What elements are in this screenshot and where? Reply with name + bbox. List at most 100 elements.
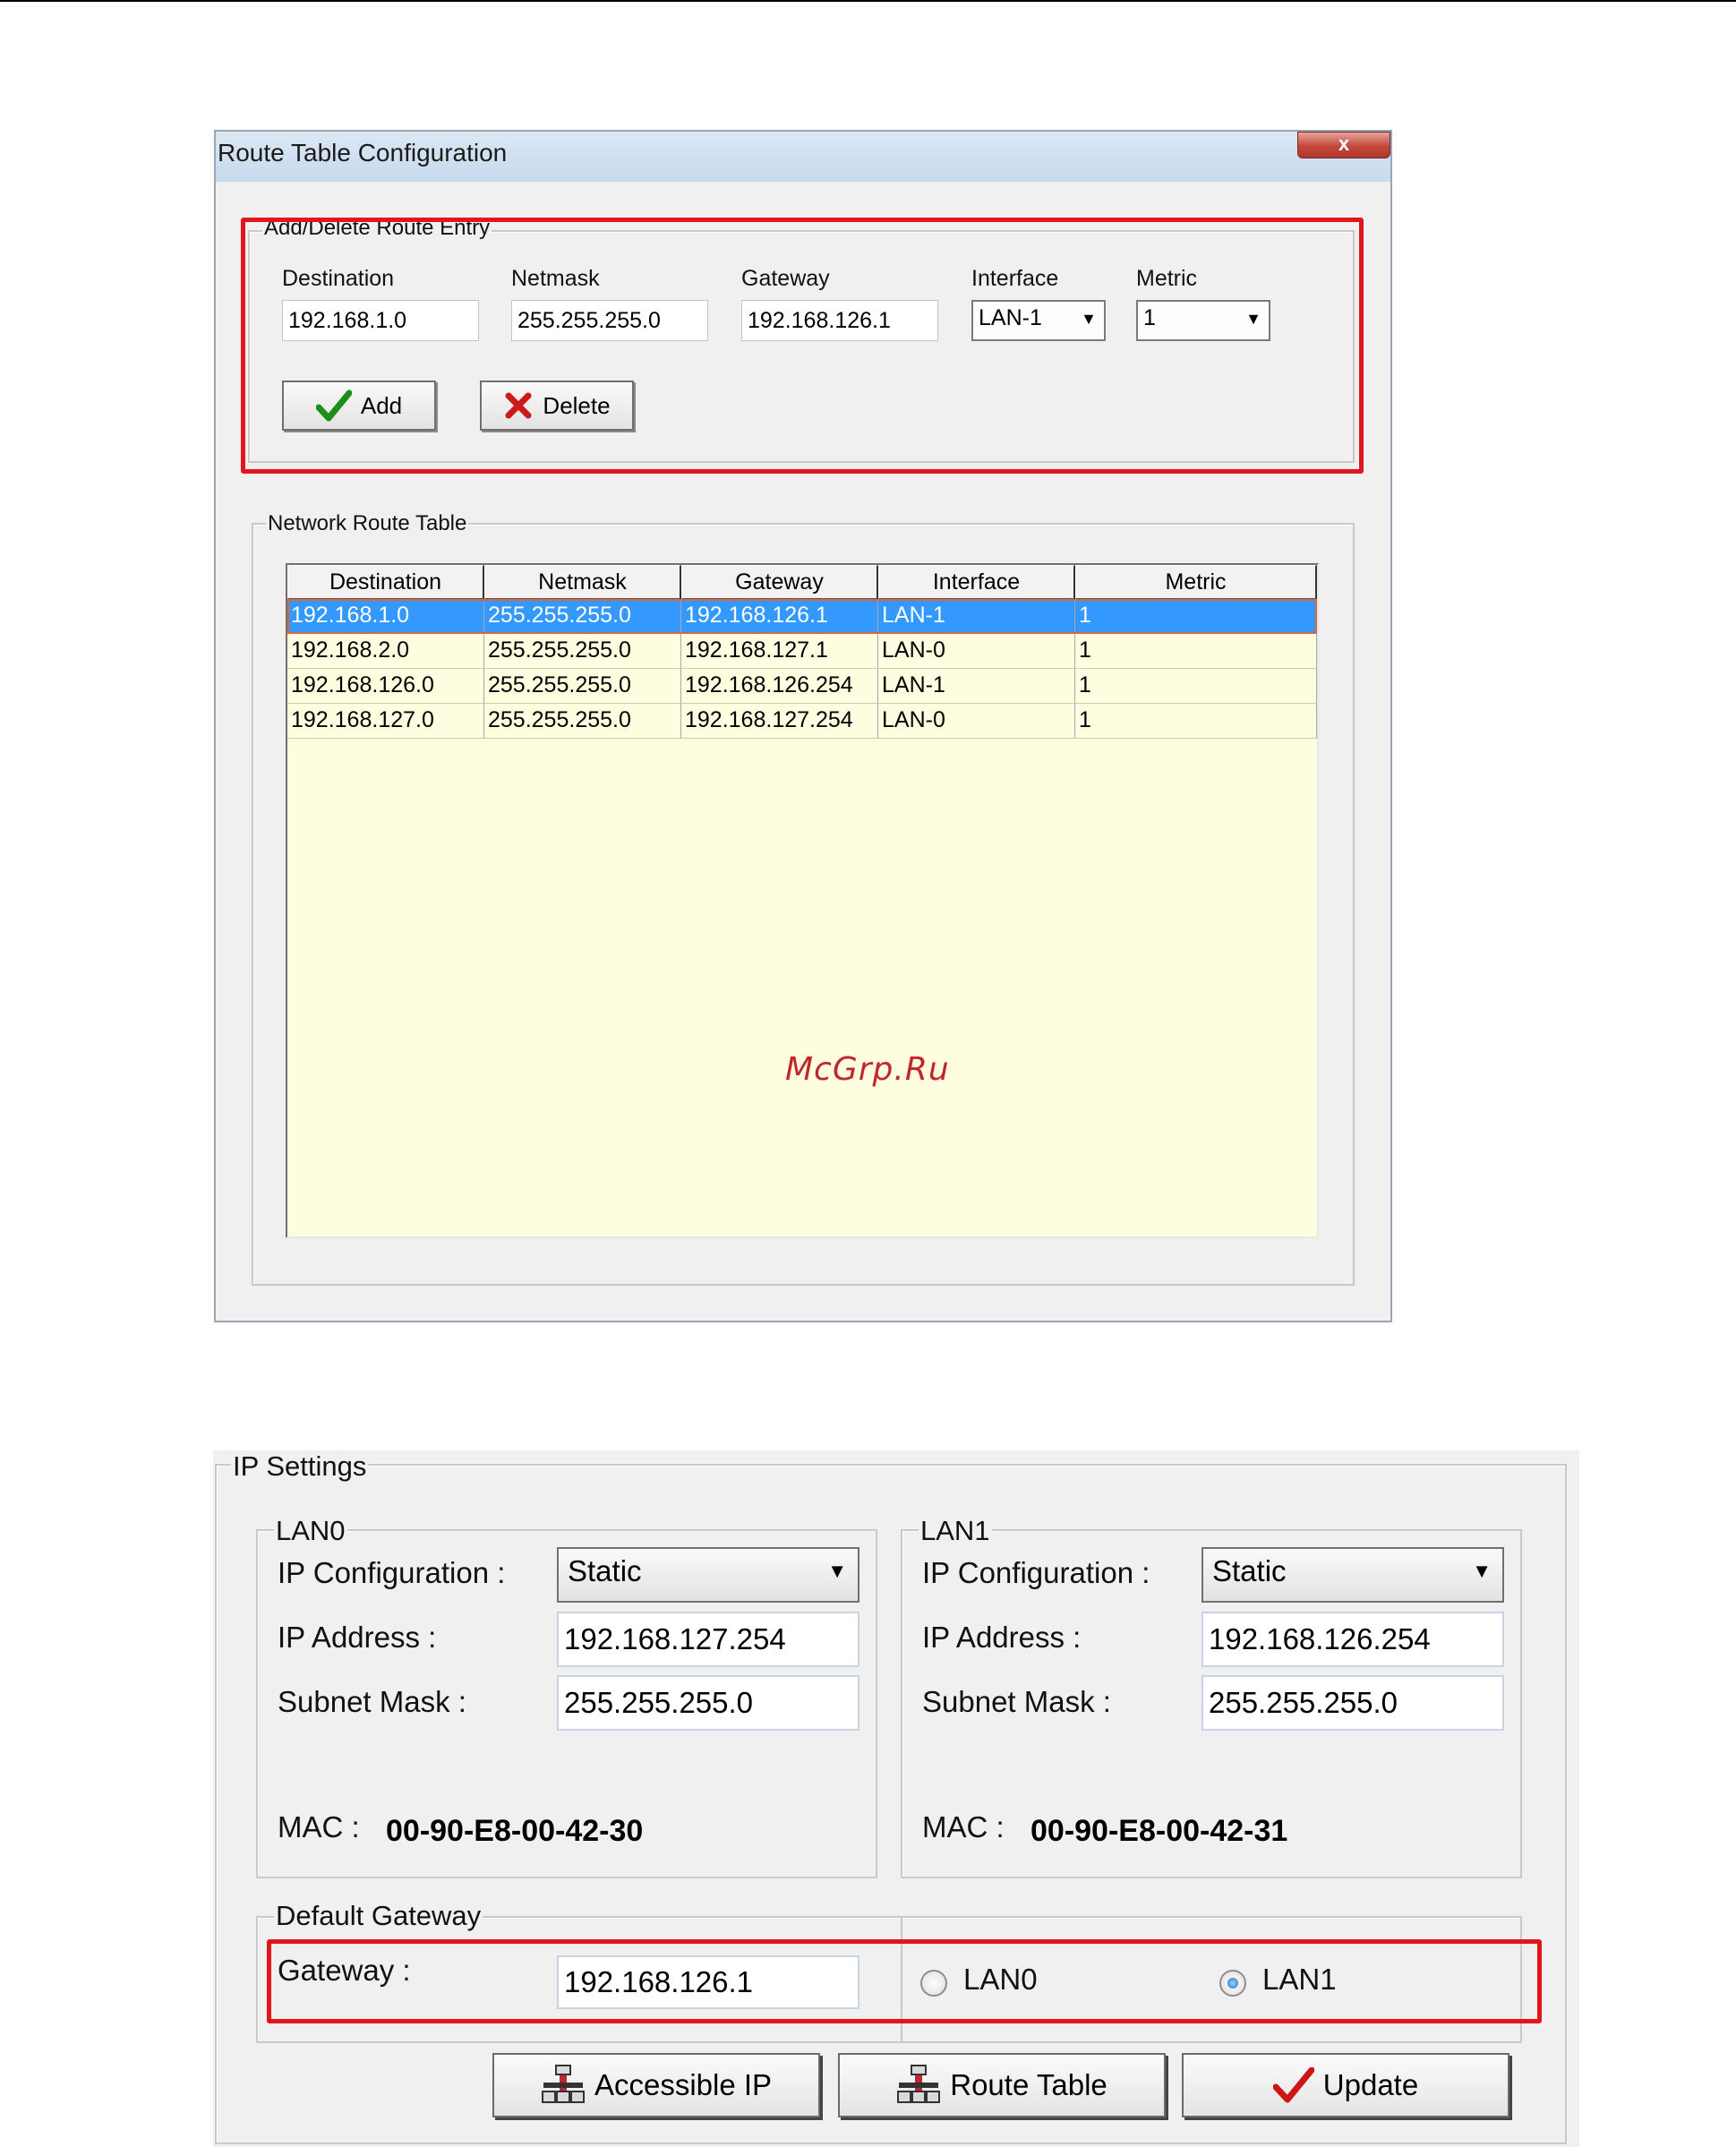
dialog-title-bar[interactable]: Route Table Configuration x [216, 132, 1390, 182]
lan1-subnet-input[interactable] [1202, 1675, 1504, 1731]
accessible-ip-label: Accessible IP [594, 2068, 773, 2101]
lan0-subnet-label: Subnet Mask : [278, 1685, 466, 1718]
table-cell: LAN-0 [878, 704, 1075, 739]
ip-settings-panel: IP Settings LAN0 IP Configuration : Stat… [213, 1450, 1579, 2147]
lan1-mac-value: 00-90-E8-00-42-31 [1030, 1814, 1288, 1848]
route-table-dialog: Route Table Configuration x Add/Delete R… [214, 130, 1392, 1322]
add-button-label: Add [360, 391, 403, 419]
add-delete-group-title: Add/Delete Route Entry [262, 216, 492, 241]
table-cell: 255.255.255.0 [484, 634, 681, 669]
lan0-mac-label: MAC : [278, 1810, 360, 1843]
table-cell: 1 [1075, 634, 1317, 669]
interface-label: Interface [971, 266, 1059, 291]
column-header-gateway[interactable]: Gateway [681, 565, 878, 599]
accessible-ip-button[interactable]: Accessible IP [492, 2053, 820, 2117]
lan1-ip-config-label: IP Configuration : [922, 1556, 1150, 1589]
lan1-ip-config-value: Static [1212, 1554, 1287, 1587]
network-icon [541, 2065, 585, 2103]
column-header-metric[interactable]: Metric [1075, 565, 1317, 599]
table-row[interactable]: 192.168.2.0 255.255.255.0 192.168.127.1 … [287, 634, 1317, 669]
lan0-title: LAN0 [274, 1515, 347, 1547]
radio-lan0-label: LAN0 [963, 1963, 1038, 1996]
column-header-netmask[interactable]: Netmask [484, 565, 681, 599]
lan0-ip-config-value: Static [568, 1554, 642, 1587]
table-cell: 192.168.126.1 [681, 599, 878, 634]
page-top-rule [0, 0, 1736, 2]
gateway-label: Gateway : [278, 1954, 411, 1987]
table-cell: 192.168.126.0 [287, 669, 484, 704]
lan1-ip-config-select[interactable]: Static ▼ [1202, 1547, 1504, 1603]
destination-label: Destination [282, 266, 395, 291]
lan1-title: LAN1 [919, 1515, 992, 1547]
checkmark-icon [315, 389, 352, 422]
table-cell: 192.168.127.254 [681, 704, 878, 739]
lan0-mac-value: 00-90-E8-00-42-30 [386, 1814, 644, 1848]
route-table-group-title: Network Route Table [266, 511, 469, 536]
netmask-input[interactable] [511, 300, 708, 341]
metric-select-value: 1 [1143, 305, 1156, 330]
default-gateway-title: Default Gateway [274, 1900, 483, 1932]
gateway-input[interactable] [741, 300, 938, 341]
radio-lan1-label: LAN1 [1262, 1963, 1337, 1996]
destination-input[interactable] [282, 300, 479, 341]
ip-settings-title: IP Settings [231, 1450, 369, 1483]
table-cell: 192.168.2.0 [287, 634, 484, 669]
column-header-interface[interactable]: Interface [878, 565, 1075, 599]
table-cell: 1 [1075, 669, 1317, 704]
lan0-ip-config-select[interactable]: Static ▼ [557, 1547, 859, 1603]
route-table-grid[interactable]: Destination Netmask Gateway Interface Me… [286, 563, 1319, 1238]
delete-x-icon [505, 392, 532, 419]
default-gateway-input[interactable] [557, 1955, 859, 2009]
metric-select[interactable]: 1 ▼ [1136, 300, 1270, 341]
delete-button[interactable]: Delete [480, 381, 634, 431]
checkmark-icon [1272, 2067, 1314, 2103]
route-table-label: Route Table [950, 2068, 1107, 2101]
table-cell: LAN-1 [878, 669, 1075, 704]
delete-button-label: Delete [543, 391, 611, 419]
table-row[interactable]: 192.168.127.0 255.255.255.0 192.168.127.… [287, 704, 1317, 739]
lan0-subnet-input[interactable] [557, 1675, 859, 1731]
route-table-button[interactable]: Route Table [838, 2053, 1166, 2117]
route-table-header: Destination Netmask Gateway Interface Me… [287, 565, 1317, 599]
watermark: McGrp.Ru [785, 1051, 950, 1088]
table-row[interactable]: 192.168.126.0 255.255.255.0 192.168.126.… [287, 669, 1317, 704]
table-cell: 192.168.1.0 [287, 599, 484, 634]
table-cell: 255.255.255.0 [484, 599, 681, 634]
table-cell: 192.168.126.254 [681, 669, 878, 704]
lan0-ip-config-label: IP Configuration : [278, 1556, 506, 1589]
lan0-ip-address-label: IP Address : [278, 1621, 437, 1654]
dialog-title: Route Table Configuration [218, 139, 508, 167]
netmask-label: Netmask [511, 266, 600, 291]
gateway-divider [901, 1918, 902, 2041]
table-cell: 1 [1075, 599, 1317, 634]
table-cell: 255.255.255.0 [484, 669, 681, 704]
table-cell: LAN-0 [878, 634, 1075, 669]
chevron-down-icon: ▼ [1245, 310, 1261, 328]
update-button[interactable]: Update [1182, 2053, 1509, 2117]
chevron-down-icon: ▼ [827, 1560, 847, 1582]
lan1-mac-label: MAC : [922, 1810, 1005, 1843]
table-cell: 192.168.127.1 [681, 634, 878, 669]
close-icon: x [1338, 133, 1350, 155]
lan1-subnet-label: Subnet Mask : [922, 1685, 1111, 1718]
radio-lan0[interactable] [920, 1970, 947, 1997]
close-button[interactable]: x [1297, 132, 1390, 158]
table-cell: 192.168.127.0 [287, 704, 484, 739]
add-button[interactable]: Add [282, 381, 436, 431]
interface-select[interactable]: LAN-1 ▼ [971, 300, 1106, 341]
chevron-down-icon: ▼ [1081, 310, 1097, 328]
table-cell: LAN-1 [878, 599, 1075, 634]
interface-select-value: LAN-1 [979, 305, 1042, 330]
lan0-ip-address-input[interactable] [557, 1612, 859, 1667]
network-icon [897, 2065, 941, 2103]
table-cell: 1 [1075, 704, 1317, 739]
lan1-ip-address-label: IP Address : [922, 1621, 1082, 1654]
update-label: Update [1322, 2068, 1419, 2101]
lan1-ip-address-input[interactable] [1202, 1612, 1504, 1667]
metric-label: Metric [1136, 266, 1198, 291]
column-header-destination[interactable]: Destination [287, 565, 484, 599]
table-cell: 255.255.255.0 [484, 704, 681, 739]
chevron-down-icon: ▼ [1472, 1560, 1492, 1582]
radio-lan1[interactable] [1219, 1970, 1246, 1997]
table-row[interactable]: 192.168.1.0 255.255.255.0 192.168.126.1 … [287, 599, 1317, 634]
